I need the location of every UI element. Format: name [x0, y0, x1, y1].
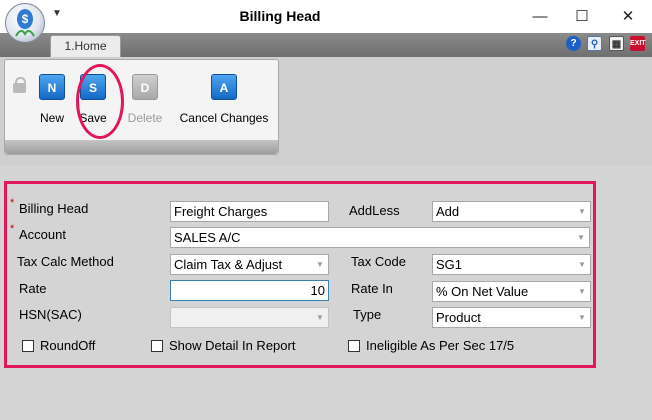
hsn-sac-select[interactable]: ▼ — [170, 307, 329, 328]
checkbox-box[interactable] — [151, 339, 163, 352]
ineligible-checkbox[interactable]: Ineligible As Per Sec 17/5 — [348, 338, 514, 353]
tax-code-label: Tax Code — [351, 254, 406, 269]
delete-button-label: Delete — [127, 111, 163, 125]
required-marker: * — [10, 223, 15, 235]
minimize-button[interactable]: — — [518, 0, 562, 33]
tab-home[interactable]: 1.Home — [50, 35, 121, 57]
new-icon: N — [39, 74, 65, 100]
chevron-down-icon: ▼ — [578, 287, 586, 296]
lock-icon — [13, 77, 26, 93]
tab-strip: 1.Home ? ⚲ ▦ EXIT — [0, 33, 652, 57]
billing-head-input[interactable]: Freight Charges — [170, 201, 329, 222]
new-button-label: New — [39, 111, 64, 125]
close-button[interactable]: ✕ — [606, 0, 650, 33]
window-title: Billing Head — [239, 8, 321, 24]
chevron-down-icon: ▼ — [578, 313, 586, 322]
round-off-checkbox[interactable]: RoundOff — [22, 338, 95, 353]
required-marker: * — [10, 197, 15, 209]
rate-in-label: Rate In — [351, 281, 393, 296]
exit-icon[interactable]: EXIT — [630, 36, 646, 51]
checkbox-box[interactable] — [22, 339, 34, 352]
add-less-label: AddLess — [349, 203, 400, 218]
account-select[interactable]: SALES A/C ▼ — [170, 227, 590, 248]
app-logo-icon[interactable]: $ — [5, 3, 45, 43]
delete-button[interactable]: D Delete — [123, 74, 167, 125]
round-off-label: RoundOff — [40, 338, 96, 353]
account-label: Account — [19, 227, 66, 242]
save-highlight-ring — [76, 64, 124, 139]
add-less-select[interactable]: Add ▼ — [432, 201, 591, 222]
tax-calc-method-select[interactable]: Claim Tax & Adjust ▼ — [170, 254, 329, 275]
tax-calc-method-label: Tax Calc Method — [17, 254, 114, 269]
rate-in-select[interactable]: % On Net Value ▼ — [432, 281, 591, 302]
calculator-icon[interactable]: ▦ — [609, 36, 624, 51]
search-icon[interactable]: ⚲ — [587, 36, 602, 51]
billing-head-form: * Billing Head Freight Charges AddLess A… — [4, 181, 596, 368]
type-label: Type — [353, 307, 382, 322]
type-select[interactable]: Product ▼ — [432, 307, 591, 328]
hsn-sac-label: HSN(SAC) — [19, 307, 82, 322]
ribbon-group: N New S Save D Delete A Cancel Changes — [4, 59, 279, 155]
chevron-down-icon: ▼ — [578, 260, 586, 269]
chevron-down-icon: ▼ — [316, 260, 324, 269]
cancel-changes-button[interactable]: A Cancel Changes — [177, 74, 271, 125]
ribbon-footer — [5, 140, 278, 154]
chevron-down-icon: ▼ — [316, 313, 324, 322]
chevron-down-icon: ▼ — [577, 233, 585, 242]
maximize-button[interactable]: ☐ — [560, 0, 604, 33]
cancel-changes-icon: A — [211, 74, 237, 100]
cancel-changes-button-label: Cancel Changes — [179, 111, 269, 125]
chevron-down-icon: ▼ — [578, 207, 586, 216]
show-detail-checkbox[interactable]: Show Detail In Report — [151, 338, 295, 353]
delete-icon: D — [132, 74, 158, 100]
help-icon[interactable]: ? — [566, 36, 581, 51]
billing-head-label: Billing Head — [19, 201, 89, 216]
new-button[interactable]: N New — [37, 74, 67, 125]
rate-label: Rate — [19, 281, 47, 296]
title-bar: ▼ Billing Head — ☐ ✕ — [0, 0, 652, 33]
ineligible-label: Ineligible As Per Sec 17/5 — [366, 338, 515, 353]
rate-input[interactable]: 10 — [170, 280, 329, 301]
checkbox-box[interactable] — [348, 339, 360, 352]
ribbon-area: N New S Save D Delete A Cancel Changes — [0, 57, 652, 165]
show-detail-label: Show Detail In Report — [169, 338, 296, 353]
tax-code-select[interactable]: SG1 ▼ — [432, 254, 591, 275]
